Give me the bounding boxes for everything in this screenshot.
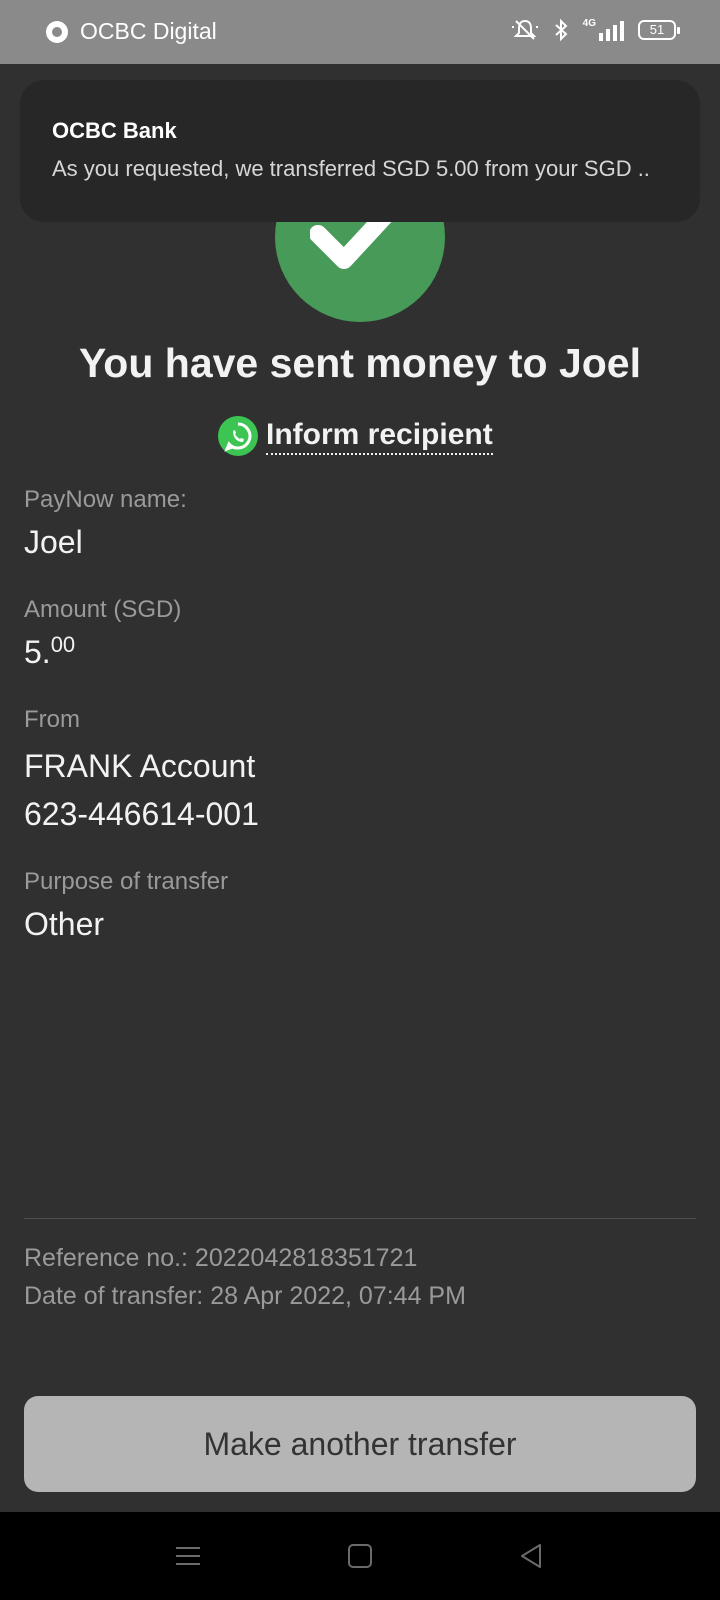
from-account-name: FRANK Account — [24, 748, 256, 784]
from-label: From — [24, 706, 80, 733]
amount-whole: 5. — [24, 634, 51, 670]
amount-cents: 00 — [50, 632, 76, 657]
notification-banner[interactable]: OCBC Bank As you requested, we transferr… — [20, 80, 700, 222]
home-icon[interactable] — [344, 1540, 376, 1572]
system-nav-bar — [0, 1512, 720, 1600]
whatsapp-icon — [218, 416, 258, 456]
back-icon[interactable] — [516, 1540, 548, 1572]
status-app: OCBC Digital — [46, 18, 217, 45]
reference-number: Reference no.: 2022042818351721 — [24, 1244, 418, 1272]
menu-icon[interactable] — [172, 1540, 204, 1572]
notification-body: As you requested, we transferred SGD 5.0… — [52, 156, 650, 181]
signal-icon: 4G — [583, 19, 624, 41]
paynow-name-label: PayNow name: — [24, 486, 187, 513]
inform-recipient-link[interactable]: Inform recipient — [218, 416, 493, 456]
ocbc-logo-icon — [46, 20, 68, 43]
network-type: 4G — [582, 18, 596, 29]
from-account-number: 623-446614-001 — [24, 796, 259, 832]
notification-title: OCBC Bank — [52, 118, 177, 143]
bell-off-icon — [511, 19, 538, 40]
purpose-label: Purpose of transfer — [24, 868, 229, 895]
amount-value: 5.00 — [24, 632, 76, 671]
divider — [24, 1218, 696, 1219]
status-bar: OCBC Digital 4G 51 — [0, 0, 720, 64]
status-icons: 4G 51 — [511, 18, 680, 42]
transfer-date: Date of transfer: 28 Apr 2022, 07:44 PM — [24, 1282, 466, 1310]
battery-icon: 51 — [638, 20, 680, 40]
page-title: You have sent money to Joel — [79, 340, 641, 386]
purpose-value: Other — [24, 906, 105, 942]
status-app-name: OCBC Digital — [80, 18, 217, 44]
paynow-name-value: Joel — [24, 524, 83, 560]
amount-label: Amount (SGD) — [24, 596, 182, 623]
bluetooth-icon — [554, 18, 568, 42]
make-another-transfer-button[interactable]: Make another transfer — [24, 1396, 696, 1492]
inform-recipient-label: Inform recipient — [266, 417, 493, 455]
